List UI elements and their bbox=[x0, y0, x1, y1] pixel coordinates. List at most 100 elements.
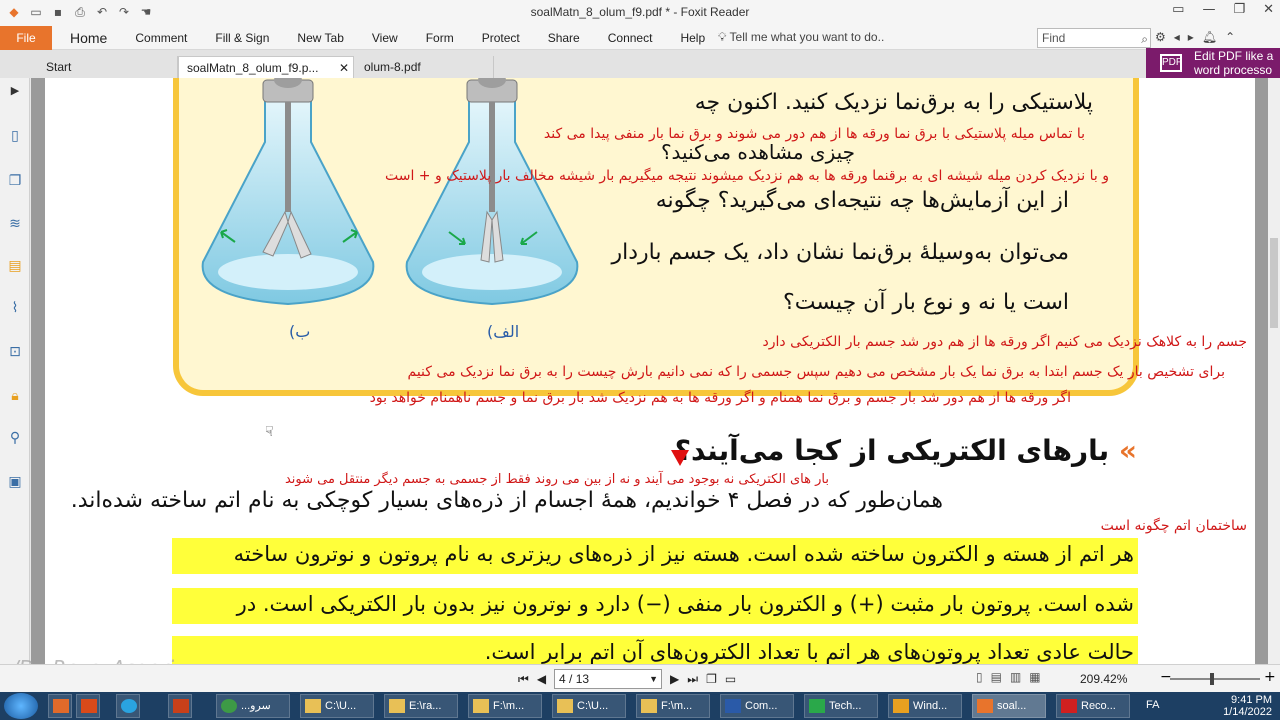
page-number-text: 4 / 13 bbox=[559, 672, 590, 686]
prev-icon[interactable]: ◂ bbox=[1174, 30, 1180, 44]
annotation-2[interactable]: و با نزدیک کردن میله شیشه ای به برقنما و… bbox=[385, 168, 1109, 184]
taskbar-item-9[interactable]: Wind... bbox=[888, 694, 962, 718]
attachment-icon[interactable]: ⌇ bbox=[5, 300, 25, 320]
chevron-down-icon[interactable]: ▼ bbox=[649, 670, 658, 688]
start-button[interactable] bbox=[4, 693, 38, 719]
caption-b: (ب bbox=[289, 322, 311, 341]
taskbar-item-1[interactable]: ...سرو bbox=[216, 694, 290, 718]
settings-icon[interactable]: ⚙ bbox=[1155, 30, 1166, 44]
prev-page-icon[interactable]: ◀ bbox=[537, 672, 546, 686]
minimize-button[interactable]: — bbox=[1202, 2, 1215, 17]
window-controls: ▭ — ❐ ✕ bbox=[1172, 2, 1274, 17]
page-number-input[interactable]: 4 / 13 ▼ bbox=[554, 669, 663, 689]
tell-me-text: Tell me what you want to do.. bbox=[729, 30, 885, 44]
tab-protect[interactable]: Protect bbox=[468, 26, 534, 50]
input-language[interactable]: FA bbox=[1146, 699, 1159, 711]
annotation-4[interactable]: برای تشخیص بار یک جسم ابتدا به برق نما ی… bbox=[408, 364, 1225, 380]
maximize-button[interactable]: ❐ bbox=[1233, 2, 1245, 17]
tab-comment[interactable]: Comment bbox=[121, 26, 201, 50]
fit-page-icon[interactable]: ▭ bbox=[725, 672, 736, 686]
lightbulb-icon: 💡︎ bbox=[718, 30, 730, 44]
taskbar-label-11: Reco... bbox=[1081, 700, 1116, 712]
tab-current-doc[interactable]: soalMatn_8_olum_f9.p... ✕ bbox=[178, 56, 354, 78]
taskbar-item-11[interactable]: Reco... bbox=[1056, 694, 1130, 718]
tab-start[interactable]: Start bbox=[38, 56, 178, 78]
zoom-in-icon[interactable]: + bbox=[1264, 669, 1276, 685]
signature-icon[interactable]: ⊡ bbox=[5, 344, 25, 364]
question-line-2: چیزی مشاهده می‌کنید؟ bbox=[660, 140, 855, 164]
taskbar-label-2: C:\U... bbox=[325, 700, 357, 712]
tab-view[interactable]: View bbox=[358, 26, 412, 50]
taskbar-item-4[interactable]: F:\m... bbox=[468, 694, 542, 718]
taskbar-label-5: C:\U... bbox=[577, 700, 609, 712]
highlight-text-2: شده است. پروتون بار مثبت (+) و الکترون ب… bbox=[236, 592, 1134, 616]
annotation-6[interactable]: بار های الکتریکی نه بوجود می آیند و نه ا… bbox=[285, 472, 829, 487]
search-pane-icon[interactable]: ⚲ bbox=[5, 430, 25, 450]
taskbar-item-5[interactable]: C:\U... bbox=[552, 694, 626, 718]
annotation-3[interactable]: جسم را به کلاهک نزدیک می کنیم اگر ورقه ه… bbox=[763, 334, 1247, 350]
content-icon[interactable]: ▣ bbox=[5, 474, 25, 494]
continuous-facing-icon[interactable]: ▦ bbox=[1029, 670, 1040, 684]
next-page-icon[interactable]: ▶ bbox=[670, 672, 679, 686]
close-tab-icon[interactable]: ✕ bbox=[339, 57, 349, 79]
security-lock-icon[interactable]: 🔒︎ bbox=[5, 388, 25, 408]
expand-pane-icon[interactable]: ▶ bbox=[5, 84, 25, 104]
clock-date: 1/14/2022 bbox=[1223, 706, 1272, 718]
find-input[interactable]: Find ⌕ bbox=[1037, 28, 1151, 48]
window-title: soalMatn_8_olum_f9.pdf * - Foxit Reader bbox=[530, 5, 750, 19]
zoom-out-icon[interactable]: − bbox=[1160, 669, 1172, 685]
electroscope-b-icon bbox=[201, 78, 375, 306]
search-icon[interactable]: ⌕ bbox=[1141, 30, 1148, 48]
taskbar-item-6[interactable]: F:\m... bbox=[636, 694, 710, 718]
tab-connect[interactable]: Connect bbox=[594, 26, 667, 50]
taskbar-telegram-icon[interactable] bbox=[116, 694, 140, 718]
annotation-1[interactable]: با تماس میله پلاستیکی با برق نما ورقه ها… bbox=[544, 126, 1085, 142]
taskbar-item-8[interactable]: Tech... bbox=[804, 694, 878, 718]
zoom-level[interactable]: 209.42% bbox=[1080, 672, 1127, 686]
taskbar-powerpoint-icon[interactable] bbox=[168, 694, 192, 718]
first-page-icon[interactable]: ⏮ bbox=[518, 672, 529, 687]
vertical-scrollbar[interactable] bbox=[1268, 78, 1280, 664]
copy-page-icon[interactable]: ❐ bbox=[706, 672, 717, 686]
taskbar-item-2[interactable]: C:\U... bbox=[300, 694, 374, 718]
layers-stack-icon[interactable]: ≋ bbox=[5, 216, 25, 236]
taskbar-item-3[interactable]: E:\ra... bbox=[384, 694, 458, 718]
page-thumbnails-icon[interactable]: ▯ bbox=[5, 128, 25, 148]
continuous-icon[interactable]: ▤ bbox=[991, 670, 1002, 684]
taskbar-label-6: F:\m... bbox=[661, 700, 693, 712]
facing-icon[interactable]: ▥ bbox=[1010, 670, 1021, 684]
taskbar-matlab-icon[interactable] bbox=[48, 694, 72, 718]
layers-icon[interactable]: ❐ bbox=[5, 173, 25, 193]
document-view[interactable]: (الف (ب پلاستیکی را به برق‌نما نزدیک کنی… bbox=[31, 78, 1268, 664]
taskbar-item-7[interactable]: Com... bbox=[720, 694, 794, 718]
tab-help[interactable]: Help bbox=[666, 26, 719, 50]
next-icon[interactable]: ▸ bbox=[1188, 30, 1194, 44]
expand-icon[interactable]: ⌃ bbox=[1225, 30, 1235, 44]
notification-icon[interactable]: 🔔︎ bbox=[1202, 30, 1217, 44]
comments-icon[interactable]: ▤ bbox=[5, 258, 25, 278]
edit-pdf-ad[interactable]: PDF Edit PDF like a word processo bbox=[1146, 48, 1280, 78]
tab-form[interactable]: Form bbox=[412, 26, 468, 50]
tab-home[interactable]: Home bbox=[56, 26, 121, 50]
close-button[interactable]: ✕ bbox=[1263, 2, 1274, 17]
ribbon-toggle-icon[interactable]: ▭ bbox=[1172, 2, 1184, 17]
tab-other-doc[interactable]: olum-8.pdf bbox=[356, 56, 494, 78]
zoom-slider[interactable] bbox=[1170, 673, 1260, 685]
last-page-icon[interactable]: ⏭ bbox=[687, 672, 698, 687]
annotation-5[interactable]: اگر ورقه ها از هم دور شد بار جسم و برق ن… bbox=[370, 390, 1071, 406]
heading-marker-icon: » bbox=[1118, 434, 1137, 467]
tab-new-tab[interactable]: New Tab bbox=[283, 26, 357, 50]
tab-fill-sign[interactable]: Fill & Sign bbox=[201, 26, 283, 50]
taskbar-label-8: Tech... bbox=[829, 700, 862, 712]
tab-current-label: soalMatn_8_olum_f9.p... bbox=[187, 61, 319, 75]
single-page-icon[interactable]: ▯ bbox=[976, 670, 983, 684]
heading-text: بارهای الکتریکی از کجا می‌آیند؟ bbox=[674, 434, 1110, 467]
annotation-7[interactable]: ساختمان اتم چگونه است bbox=[1101, 518, 1247, 534]
tell-me-box[interactable]: 💡︎ Tell me what you want to do.. bbox=[718, 30, 884, 45]
system-clock[interactable]: 9:41 PM 1/14/2022 bbox=[1223, 694, 1272, 718]
tab-share[interactable]: Share bbox=[534, 26, 594, 50]
scroll-thumb[interactable] bbox=[1270, 238, 1278, 328]
file-menu-button[interactable]: File bbox=[0, 26, 52, 50]
taskbar-matlab-2-icon[interactable] bbox=[76, 694, 100, 718]
taskbar-item-10[interactable]: soal... bbox=[972, 694, 1046, 718]
